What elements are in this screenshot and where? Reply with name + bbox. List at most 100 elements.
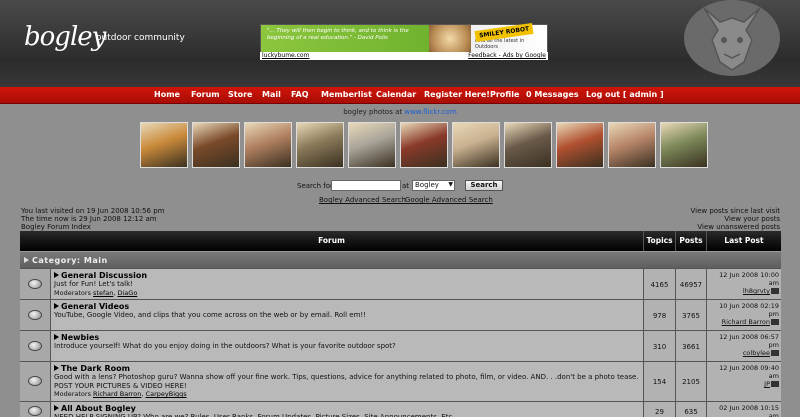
google-advanced-search-link[interactable]: Google Advanced Search: [405, 196, 493, 204]
site-tagline: outdoor community: [96, 33, 185, 43]
goto-last-post-icon[interactable]: [771, 350, 779, 356]
photos-label-text: bogley photos at: [343, 108, 403, 116]
photo-thumbnail[interactable]: [400, 122, 448, 168]
goto-last-post-icon[interactable]: [771, 288, 779, 294]
last-post-user-link[interactable]: lh8grvty: [743, 287, 770, 295]
goto-last-post-icon[interactable]: [771, 381, 779, 387]
forum-last-post-cell: 02 Jun 2008 10:15 am: [706, 402, 781, 417]
header-last-post: Last Post: [706, 231, 781, 251]
view-posts-since-last-visit-link[interactable]: View posts since last visit: [690, 207, 780, 215]
nav-calendar[interactable]: Calendar: [376, 90, 416, 99]
moderators-label: Moderators: [54, 390, 91, 398]
forum-posts-count: 46957: [675, 269, 706, 299]
photo-thumbnail[interactable]: [660, 122, 708, 168]
nav-profile[interactable]: Profile: [490, 90, 519, 99]
ad-feedback-link[interactable]: Feedback - Ads by Google: [468, 52, 546, 59]
table-header: Forum Topics Posts Last Post: [20, 231, 781, 251]
flickr-link[interactable]: www.flickr.com: [404, 108, 456, 116]
bogley-advanced-search-link[interactable]: Bogley Advanced Search: [319, 196, 406, 204]
site-logo[interactable]: bogley: [24, 22, 106, 52]
forum-last-post-cell: 10 Jun 2008 02:19 pm Richard Barron: [706, 300, 781, 330]
goto-last-post-icon[interactable]: [771, 319, 779, 325]
forum-title-link[interactable]: The Dark Room: [54, 364, 640, 373]
photo-thumbnail[interactable]: [296, 122, 344, 168]
last-visit-text: You last visited on 19 Jun 2008 10:56 pm: [21, 207, 165, 215]
photos-label: bogley photos at www.flickr.com: [0, 108, 800, 116]
forum-arrow-icon: [54, 405, 59, 411]
photo-thumbnail[interactable]: [140, 122, 188, 168]
forum-posts-count: 3765: [675, 300, 706, 330]
forum-description: Introduce yourself! What do you enjoy do…: [54, 342, 396, 350]
forum-arrow-icon: [54, 272, 59, 278]
nav-messages[interactable]: 0 Messages: [526, 90, 579, 99]
nav-forum[interactable]: Forum: [191, 90, 220, 99]
ad-left-link[interactable]: luckybume.com: [262, 52, 309, 59]
forum-status-cell: [20, 362, 51, 401]
category-title[interactable]: Category: Main: [32, 256, 108, 265]
forum-status-icon: [28, 340, 42, 351]
search-scope-select[interactable]: Bogley ▼: [412, 180, 455, 191]
forum-arrow-icon: [54, 365, 59, 371]
forum-title[interactable]: Newbies: [61, 333, 99, 342]
search-input[interactable]: [331, 180, 401, 191]
nav-home[interactable]: Home: [154, 90, 180, 99]
view-your-posts-link[interactable]: View your posts: [724, 215, 780, 223]
forum-title[interactable]: All About Bogley: [61, 404, 136, 413]
forum-topics-count: 4165: [643, 269, 675, 299]
forum-index-link[interactable]: Bogley Forum Index: [21, 223, 91, 231]
last-post-user-link[interactable]: JP: [764, 380, 770, 388]
view-unanswered-posts-link[interactable]: View unanswered posts: [697, 223, 780, 231]
photo-thumbnail[interactable]: [452, 122, 500, 168]
forum-arrow-icon: [54, 303, 59, 309]
photo-thumbnail[interactable]: [608, 122, 656, 168]
forum-topics-count: 978: [643, 300, 675, 330]
nav-mail[interactable]: Mail: [262, 90, 281, 99]
nav-faq[interactable]: FAQ: [291, 90, 309, 99]
photo-thumbnail[interactable]: [556, 122, 604, 168]
forum-info-cell: General Discussion Just for Fun! Let's t…: [51, 269, 643, 299]
forum-title-link[interactable]: All About Bogley: [54, 404, 640, 413]
mascot-logo: [684, 0, 780, 76]
last-post-date: 12 Jun 2008 09:40 am: [719, 364, 779, 380]
chevron-down-icon: ▼: [448, 181, 453, 188]
forum-title-link[interactable]: General Discussion: [54, 271, 640, 280]
nav-logout[interactable]: Log out [ admin ]: [586, 90, 664, 99]
moderators-label: Moderators: [54, 288, 91, 297]
photo-thumbnail[interactable]: [504, 122, 552, 168]
forum-title[interactable]: General Videos: [61, 302, 129, 311]
nav-memberlist[interactable]: Memberlist: [321, 90, 372, 99]
forum-status-cell: [20, 402, 51, 417]
forum-description: Good with a lens? Photoshop guru? Wanna …: [54, 373, 639, 390]
table-row: The Dark Room Good with a lens? Photosho…: [20, 361, 781, 401]
table-row: All About Bogley NEED HELP SIGNING UP? W…: [20, 401, 781, 417]
photo-thumbnail[interactable]: [244, 122, 292, 168]
forum-title-link[interactable]: Newbies: [54, 333, 640, 342]
nav-register[interactable]: Register Here!: [424, 90, 490, 99]
forum-status-icon: [28, 406, 42, 416]
site-header: bogley outdoor community "... They will …: [0, 0, 800, 87]
forum-title-link[interactable]: General Videos: [54, 302, 640, 311]
category-row[interactable]: Category: Main: [20, 251, 781, 268]
forum-last-post-cell: 12 Jun 2008 06:57 pm colbylee: [706, 331, 781, 361]
search-button[interactable]: Search: [465, 180, 503, 191]
search-scope-value: Bogley: [415, 181, 439, 189]
search-at-label: at: [402, 182, 410, 190]
last-post-date: 02 Jun 2008 10:15 am: [719, 404, 779, 417]
forum-arrow-icon: [54, 334, 59, 340]
forum-title[interactable]: The Dark Room: [61, 364, 130, 373]
forum-status-cell: [20, 300, 51, 330]
moderator-link[interactable]: Richard Barron: [93, 390, 141, 398]
forum-title[interactable]: General Discussion: [61, 271, 147, 280]
moderator-link[interactable]: DiaGo: [118, 289, 138, 297]
table-row: General Videos YouTube, Google Video, an…: [20, 299, 781, 330]
photo-thumbnail[interactable]: [192, 122, 240, 168]
last-post-user-link[interactable]: Richard Barron: [722, 318, 770, 326]
last-post-user-link[interactable]: colbylee: [743, 349, 770, 357]
forum-status-icon: [28, 309, 42, 320]
photo-thumbnail[interactable]: [348, 122, 396, 168]
forum-topics-count: 310: [643, 331, 675, 361]
moderator-link[interactable]: CarpeyBiggs: [146, 390, 187, 398]
nav-store[interactable]: Store: [228, 90, 252, 99]
table-row: Newbies Introduce yourself! What do you …: [20, 330, 781, 361]
moderator-link[interactable]: stefan: [93, 289, 113, 297]
